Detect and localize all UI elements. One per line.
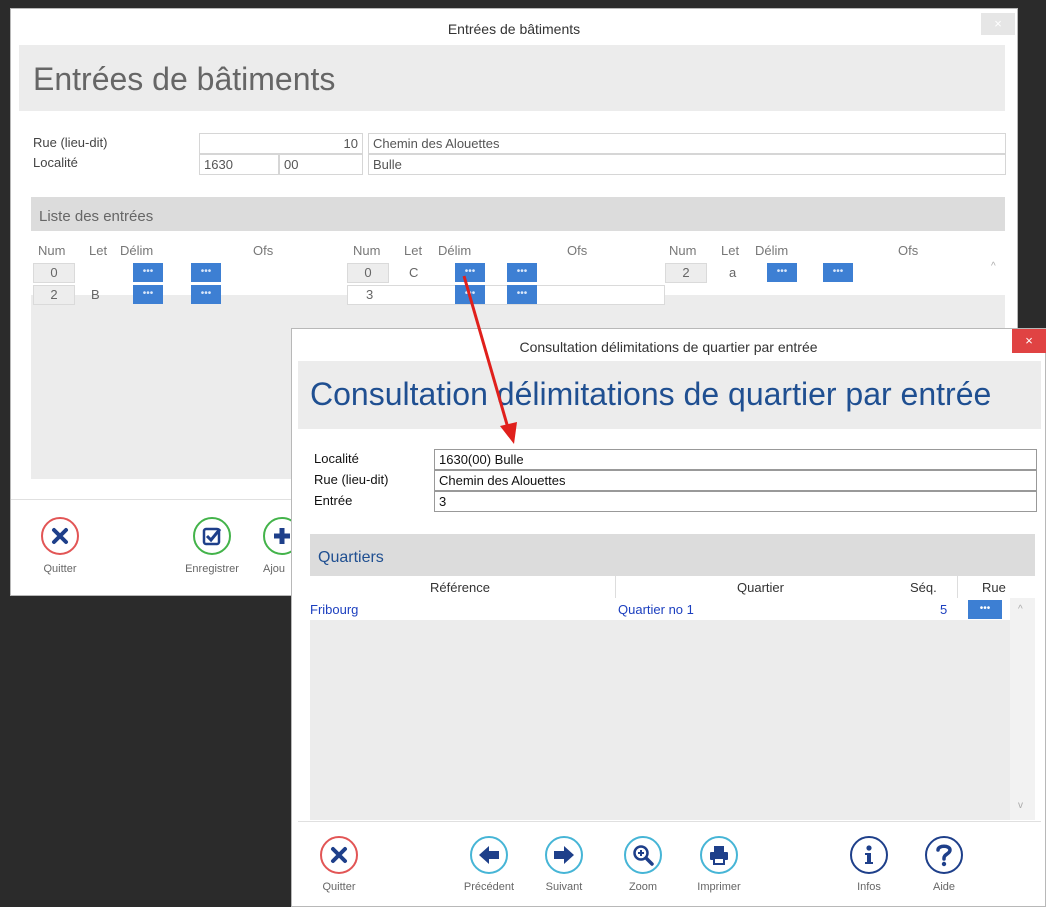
annotation-arrow-icon (462, 275, 517, 444)
